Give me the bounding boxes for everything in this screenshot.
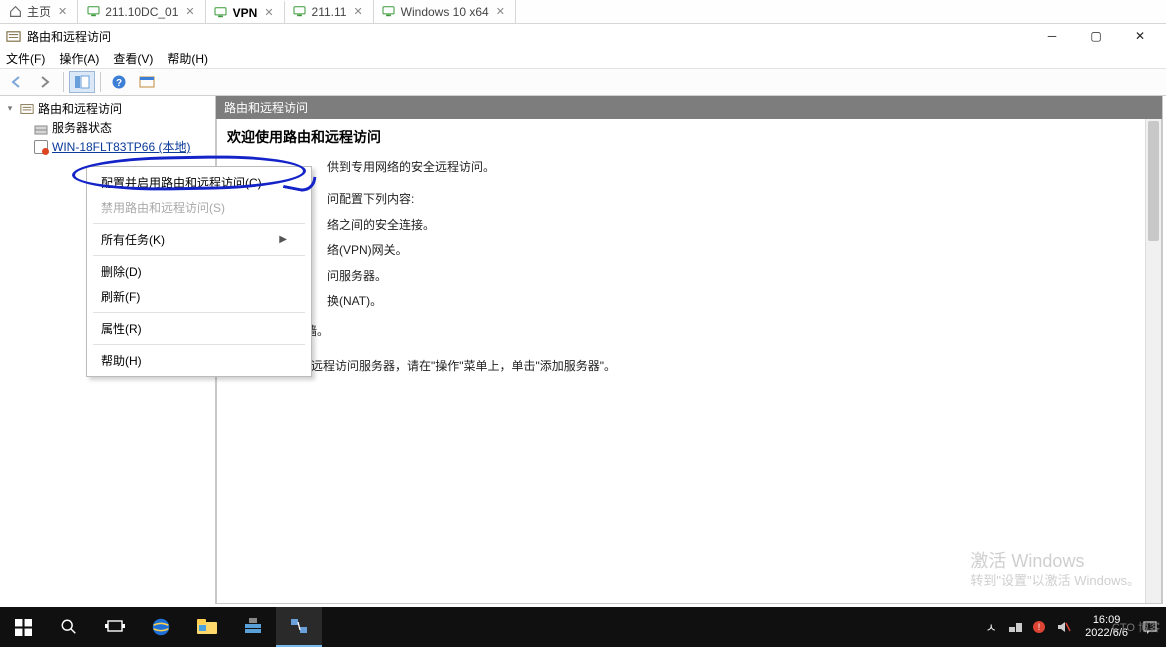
ctx-all-tasks[interactable]: 所有任务(K)▶ — [87, 227, 311, 252]
close-button[interactable]: ✕ — [1118, 24, 1162, 48]
ctx-properties[interactable]: 属性(R) — [87, 316, 311, 341]
minimize-button[interactable]: ─ — [1030, 24, 1074, 48]
close-icon[interactable]: ✕ — [183, 5, 196, 18]
submenu-arrow-icon: ▶ — [279, 234, 287, 245]
start-button[interactable] — [0, 607, 46, 647]
tray-sound-icon[interactable] — [1055, 619, 1071, 635]
vmtab-dc01[interactable]: 211.10DC_01 ✕ — [78, 0, 205, 23]
taskbar-rras[interactable] — [276, 607, 322, 647]
vmtab-21111[interactable]: 211.11 ✕ — [285, 0, 374, 23]
vmtab-label: 211.10DC_01 — [105, 5, 178, 19]
ctx-refresh[interactable]: 刷新(F) — [87, 284, 311, 309]
close-icon[interactable]: ✕ — [494, 5, 507, 18]
taskbar-ie[interactable] — [138, 607, 184, 647]
ctx-delete[interactable]: 删除(D) — [87, 259, 311, 284]
server-stopped-icon — [34, 140, 48, 154]
maximize-button[interactable]: ▢ — [1074, 24, 1118, 48]
menu-file[interactable]: 文件(F) — [6, 50, 45, 67]
content-bullet: 络(VPN)网关。 — [327, 240, 1151, 260]
taskbar: ㅅ ! 16:09 2022/6/6 CTO 博客 — [0, 607, 1166, 647]
menu-action[interactable]: 操作(A) — [59, 50, 99, 67]
close-icon[interactable]: ✕ — [262, 6, 275, 19]
watermark-tag: CTO 博客 — [1112, 619, 1160, 635]
monitor-icon — [86, 5, 100, 19]
taskview-button[interactable] — [92, 607, 138, 647]
svg-text:?: ? — [116, 78, 122, 89]
menu-bar: 文件(F) 操作(A) 查看(V) 帮助(H) — [0, 48, 1166, 68]
toolbar: ? — [0, 68, 1166, 96]
expand-icon[interactable]: ▾ — [4, 103, 16, 114]
tree-root[interactable]: ▾ 路由和远程访问 — [2, 99, 213, 118]
window-title: 路由和远程访问 — [27, 28, 111, 45]
tree-server-node[interactable]: WIN-18FLT83TP66 (本地) — [2, 137, 213, 156]
toolbar-extra-button[interactable] — [134, 71, 160, 93]
search-button[interactable] — [46, 607, 92, 647]
menu-view[interactable]: 查看(V) — [113, 50, 153, 67]
menu-help[interactable]: 帮助(H) — [167, 50, 208, 67]
tray-overflow[interactable]: ㅅ — [983, 619, 999, 635]
server-status-icon — [34, 121, 48, 135]
vertical-scrollbar[interactable] — [1145, 119, 1161, 603]
app-icon — [6, 29, 21, 44]
system-tray: ㅅ ! 16:09 2022/6/6 CTO 博客 — [975, 607, 1166, 647]
ctx-disable: 禁用路由和远程访问(S) — [87, 195, 311, 220]
vmtab-label: 主页 — [27, 3, 51, 20]
content-line: 供到专用网络的安全远程访问。 — [327, 157, 1151, 177]
help-button[interactable]: ? — [106, 71, 132, 93]
vmtab-label: 211.11 — [312, 5, 347, 19]
vmware-tab-bar: 主页 ✕ 211.10DC_01 ✕ VPN ✕ 211.11 ✕ Window… — [0, 0, 1166, 24]
taskbar-explorer[interactable] — [184, 607, 230, 647]
tray-network-icon[interactable] — [1007, 619, 1023, 635]
back-button[interactable] — [4, 71, 30, 93]
close-icon[interactable]: ✕ — [56, 5, 69, 18]
content-header: 路由和远程访问 — [216, 96, 1162, 119]
monitor-icon — [293, 5, 307, 19]
content-bullet: 问服务器。 — [327, 266, 1151, 286]
content-bullet: 换(NAT)。 — [327, 291, 1151, 311]
context-menu: 配置并启用路由和远程访问(C) 禁用路由和远程访问(S) 所有任务(K)▶ 删除… — [86, 166, 312, 377]
monitor-icon — [214, 6, 228, 20]
title-bar: 路由和远程访问 ─ ▢ ✕ — [0, 24, 1166, 48]
ctx-configure-enable[interactable]: 配置并启用路由和远程访问(C) — [87, 170, 311, 195]
vmtab-label: Windows 10 x64 — [401, 5, 489, 19]
content-title: 欢迎使用路由和远程访问 — [227, 127, 1151, 147]
window-controls: ─ ▢ ✕ — [1030, 24, 1162, 48]
show-hide-tree-button[interactable] — [69, 71, 95, 93]
close-icon[interactable]: ✕ — [351, 5, 364, 18]
content-tip: 若要添加路由和远程访问服务器，请在"操作"菜单上，单击"添加服务器"。 — [227, 356, 1151, 376]
home-icon — [8, 5, 22, 19]
tray-warning-icon[interactable]: ! — [1031, 619, 1047, 635]
vmtab-home[interactable]: 主页 ✕ — [0, 0, 78, 23]
vmtab-vpn[interactable]: VPN ✕ — [206, 0, 285, 23]
taskbar-server-manager[interactable] — [230, 607, 276, 647]
monitor-icon — [382, 5, 396, 19]
tree-server-label: WIN-18FLT83TP66 (本地) — [52, 138, 190, 155]
tree-status-label: 服务器状态 — [52, 119, 112, 136]
content-bullet: 络之间的安全连接。 — [327, 215, 1151, 235]
ctx-help[interactable]: 帮助(H) — [87, 348, 311, 373]
content-pane: 路由和远程访问 欢迎使用路由和远程访问 供到专用网络的安全远程访问。 问配置下列… — [216, 96, 1163, 604]
content-body: 欢迎使用路由和远程访问 供到专用网络的安全远程访问。 问配置下列内容: 络之间的… — [216, 119, 1162, 604]
tree-root-label: 路由和远程访问 — [38, 100, 122, 117]
forward-button[interactable] — [32, 71, 58, 93]
vmtab-label: VPN — [233, 6, 258, 20]
content-firewall: #149 基本防火墙。 — [227, 321, 1151, 341]
svg-text:!: ! — [1038, 622, 1041, 632]
rras-icon — [20, 102, 34, 116]
content-line: 问配置下列内容: — [327, 189, 1151, 209]
vmtab-win10[interactable]: Windows 10 x64 ✕ — [374, 0, 516, 23]
scrollbar-thumb[interactable] — [1148, 121, 1159, 241]
tree-server-status[interactable]: 服务器状态 — [2, 118, 213, 137]
